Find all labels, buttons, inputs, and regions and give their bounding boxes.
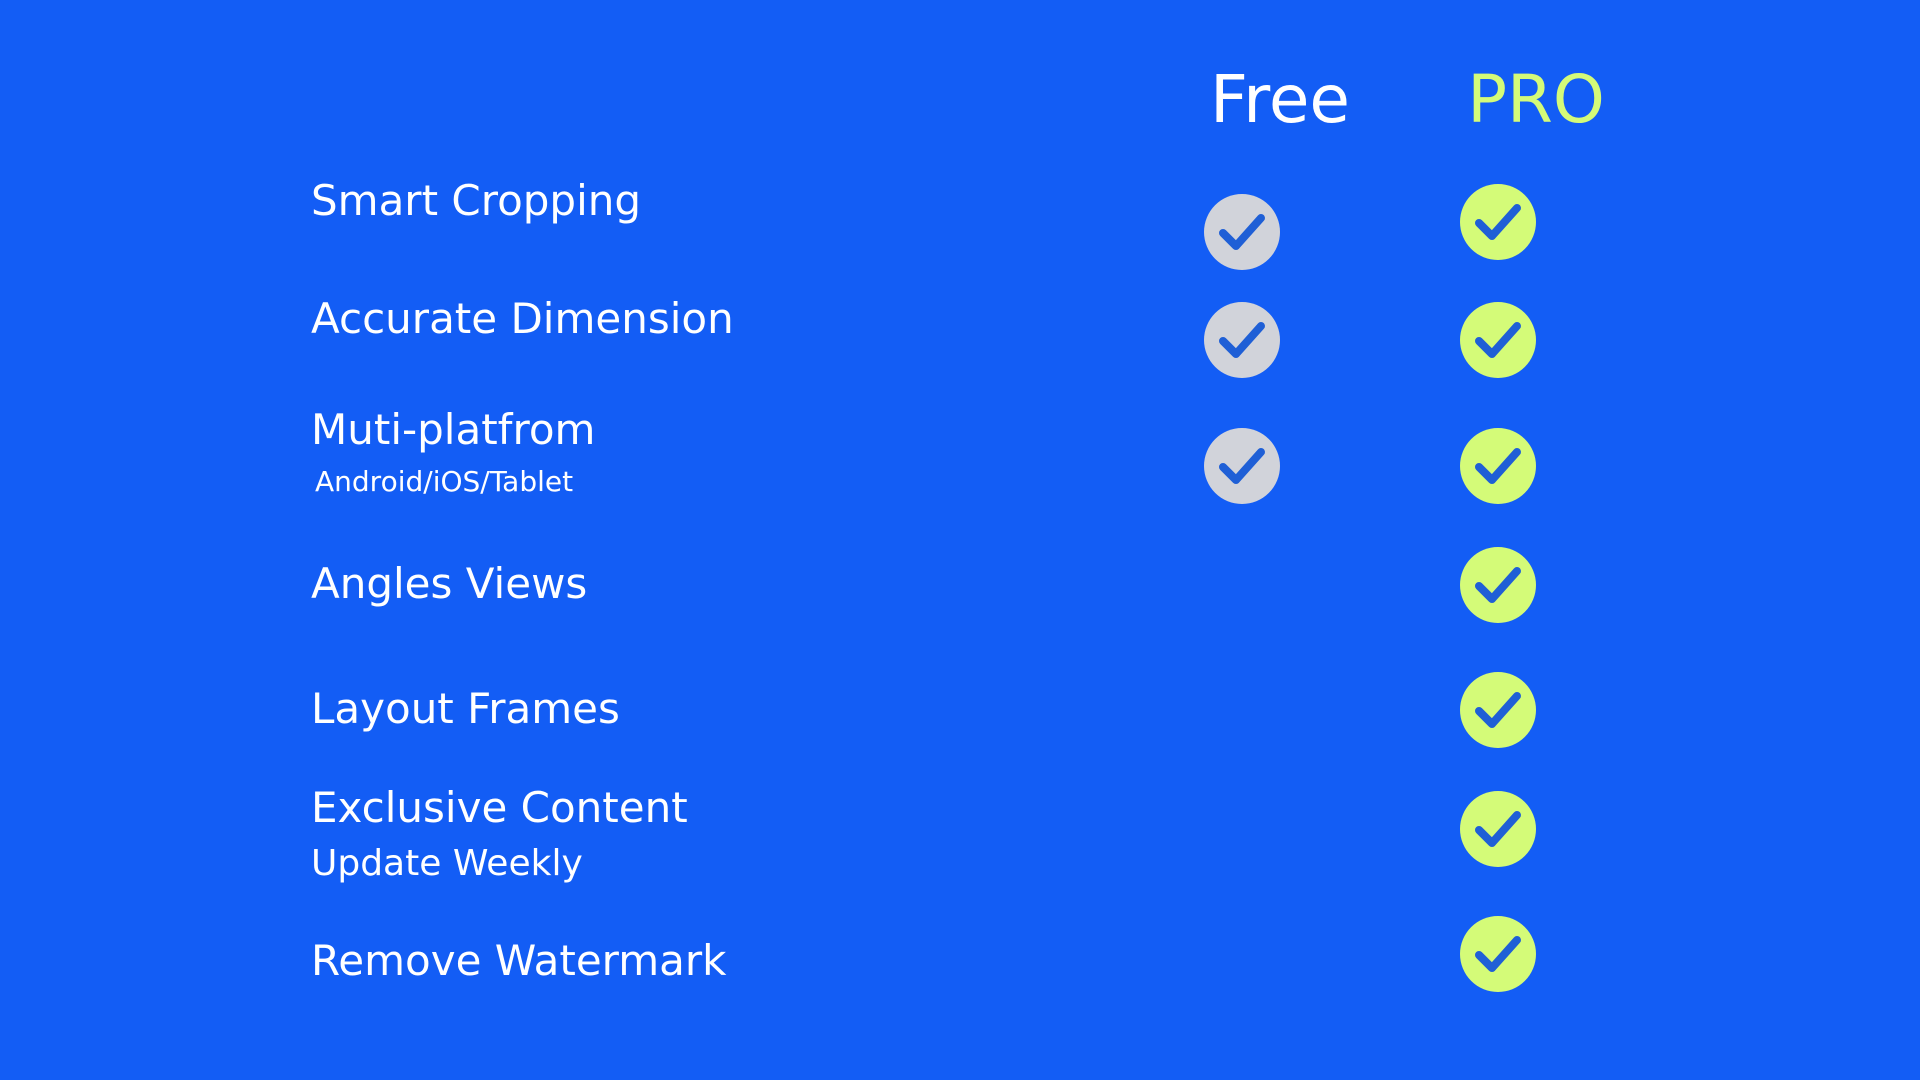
feature-label: Muti-platfrom xyxy=(311,405,596,454)
check-mark-icon xyxy=(1475,936,1521,972)
pro-check-icon xyxy=(1460,428,1536,504)
comparison-slide: Free PRO Smart Cropping Accurate Dimensio… xyxy=(0,0,1920,1080)
feature-label: Accurate Dimension xyxy=(311,294,734,343)
feature-label: Smart Cropping xyxy=(311,176,642,225)
pro-check-icon xyxy=(1460,547,1536,623)
feature-label: Layout Frames xyxy=(311,684,620,733)
pro-check-icon xyxy=(1460,302,1536,378)
check-mark-icon xyxy=(1475,811,1521,847)
pro-check-icon xyxy=(1460,184,1536,260)
feature-label: Angles Views xyxy=(311,559,588,608)
pro-check-icon xyxy=(1460,791,1536,867)
feature-sublabel: Update Weekly xyxy=(311,843,583,884)
check-mark-icon xyxy=(1475,567,1521,603)
check-mark-icon xyxy=(1475,692,1521,728)
free-check-icon xyxy=(1204,194,1280,270)
feature-label: Remove Watermark xyxy=(311,936,727,985)
free-check-icon xyxy=(1204,428,1280,504)
column-header-free: Free xyxy=(1209,61,1351,138)
pro-check-icon xyxy=(1460,916,1536,992)
check-mark-icon xyxy=(1219,448,1265,484)
check-mark-icon xyxy=(1219,322,1265,358)
check-mark-icon xyxy=(1219,214,1265,250)
column-header-pro: PRO xyxy=(1467,61,1605,138)
feature-label: Exclusive Content xyxy=(311,783,688,832)
feature-sublabel: Android/iOS/Tablet xyxy=(315,465,574,498)
check-mark-icon xyxy=(1475,322,1521,358)
check-mark-icon xyxy=(1475,204,1521,240)
free-check-icon xyxy=(1204,302,1280,378)
pro-check-icon xyxy=(1460,672,1536,748)
check-mark-icon xyxy=(1475,448,1521,484)
